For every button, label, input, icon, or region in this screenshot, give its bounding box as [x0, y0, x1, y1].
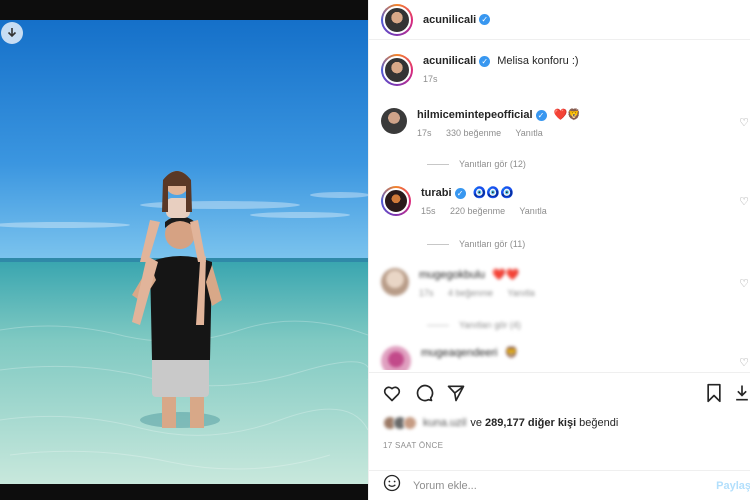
verified-icon: ✓	[454, 187, 466, 199]
view-replies[interactable]: Yanıtları gör (4)	[427, 320, 521, 330]
comment-input[interactable]	[413, 479, 693, 492]
author-username[interactable]: acunilicali	[423, 14, 476, 26]
comment-likes[interactable]: 4 beğenme	[448, 288, 493, 298]
reply-button[interactable]: Yanıtla	[507, 288, 534, 298]
comment-icon[interactable]	[414, 383, 434, 408]
verified-icon: ✓	[479, 14, 491, 25]
commenter-avatar[interactable]	[381, 186, 411, 216]
post-header: acunilicali ✓	[369, 0, 750, 40]
comment-item: turabi ✓ 🧿🧿🧿 15s 220 beğenme Yanıtla	[381, 186, 559, 216]
commenter-avatar[interactable]	[381, 346, 411, 370]
comment-item: hilmicemintepeofficial ✓ ❤️🦁 17s 330 beğe…	[381, 108, 581, 138]
view-replies-label[interactable]: Yanıtları gör (11)	[459, 239, 525, 249]
comment-username[interactable]: mugegokbulu	[419, 269, 485, 281]
verified-icon: ✓	[479, 55, 491, 67]
likes-summary[interactable]: kuna.uzil ve 289,177 diğer kişi beğendi	[383, 416, 618, 430]
comment-username[interactable]: turabi	[421, 187, 452, 199]
comments-list[interactable]: acunilicali ✓ Melisa konforu :) 17s hilmi…	[369, 40, 750, 370]
comment-likes[interactable]: 330 beğenme	[446, 128, 501, 138]
caption-username[interactable]: acunilicali	[423, 55, 476, 67]
post-panel: acunilicali ✓ acunilicali ✓ Melisa konfor…	[368, 0, 750, 500]
post-comment-button[interactable]: Paylaş	[716, 480, 750, 492]
download-icon[interactable]	[1, 22, 23, 44]
comment-text: ❤️🦁	[553, 109, 581, 121]
likes-count[interactable]: 289,177 diğer kişi	[485, 417, 576, 429]
comment-like-icon[interactable]: ♡	[739, 116, 749, 129]
reply-button[interactable]: Yanıtla	[515, 128, 542, 138]
action-bar	[369, 372, 750, 412]
comment-like-icon[interactable]: ♡	[739, 195, 749, 208]
post-timestamp: 17 SAAT ÖNCE	[383, 441, 444, 450]
comment-item: mugegokbulu ❤️❤️ 17s 4 beğenme Yanıtla	[381, 268, 547, 298]
view-replies-label[interactable]: Yanıtları gör (12)	[459, 159, 526, 169]
view-replies[interactable]: Yanıtları gör (12)	[427, 159, 526, 169]
comment-time: 17s	[417, 128, 432, 138]
verified-icon: ✓	[535, 109, 547, 121]
liker-avatars	[383, 416, 417, 430]
author-avatar[interactable]	[381, 3, 413, 36]
view-replies-label[interactable]: Yanıtları gör (4)	[459, 320, 521, 330]
emoji-icon[interactable]	[383, 474, 401, 497]
comment-like-icon[interactable]: ♡	[739, 356, 749, 369]
commenter-avatar[interactable]	[381, 268, 409, 296]
likes-suffix: beğendi	[579, 417, 619, 429]
comment-item: mugeaqendeeri 🦁	[381, 346, 518, 370]
liker-username[interactable]: kuna.uzil	[423, 417, 466, 429]
comment-text: ❤️❤️	[492, 269, 520, 281]
likes-conj: ve	[470, 417, 483, 429]
view-replies[interactable]: Yanıtları gör (11)	[427, 239, 525, 249]
comment-like-icon[interactable]: ♡	[739, 277, 749, 290]
comment-likes[interactable]: 220 beğenme	[450, 206, 505, 216]
author-avatar-small[interactable]	[381, 54, 413, 86]
save-icon[interactable]	[705, 383, 723, 408]
comment-text: 🧿🧿🧿	[472, 187, 514, 199]
comment-time: 15s	[421, 206, 436, 216]
caption-time: 17s	[423, 74, 438, 84]
like-icon[interactable]	[382, 383, 402, 408]
share-icon[interactable]	[446, 383, 466, 408]
post-photo[interactable]	[0, 0, 368, 500]
caption-text: Melisa konforu :)	[497, 55, 579, 67]
comment-time: 17s	[419, 288, 434, 298]
comment-username[interactable]: mugeaqendeeri	[421, 347, 497, 359]
photo-image	[0, 0, 368, 500]
comment-username[interactable]: hilmicemintepeofficial	[417, 109, 533, 121]
download-icon[interactable]	[733, 383, 750, 408]
add-comment-bar: Paylaş	[369, 470, 750, 500]
reply-button[interactable]: Yanıtla	[519, 206, 546, 216]
comment-text: 🦁	[504, 347, 519, 359]
caption: acunilicali ✓ Melisa konforu :) 17s	[381, 54, 579, 86]
commenter-avatar[interactable]	[381, 108, 407, 134]
